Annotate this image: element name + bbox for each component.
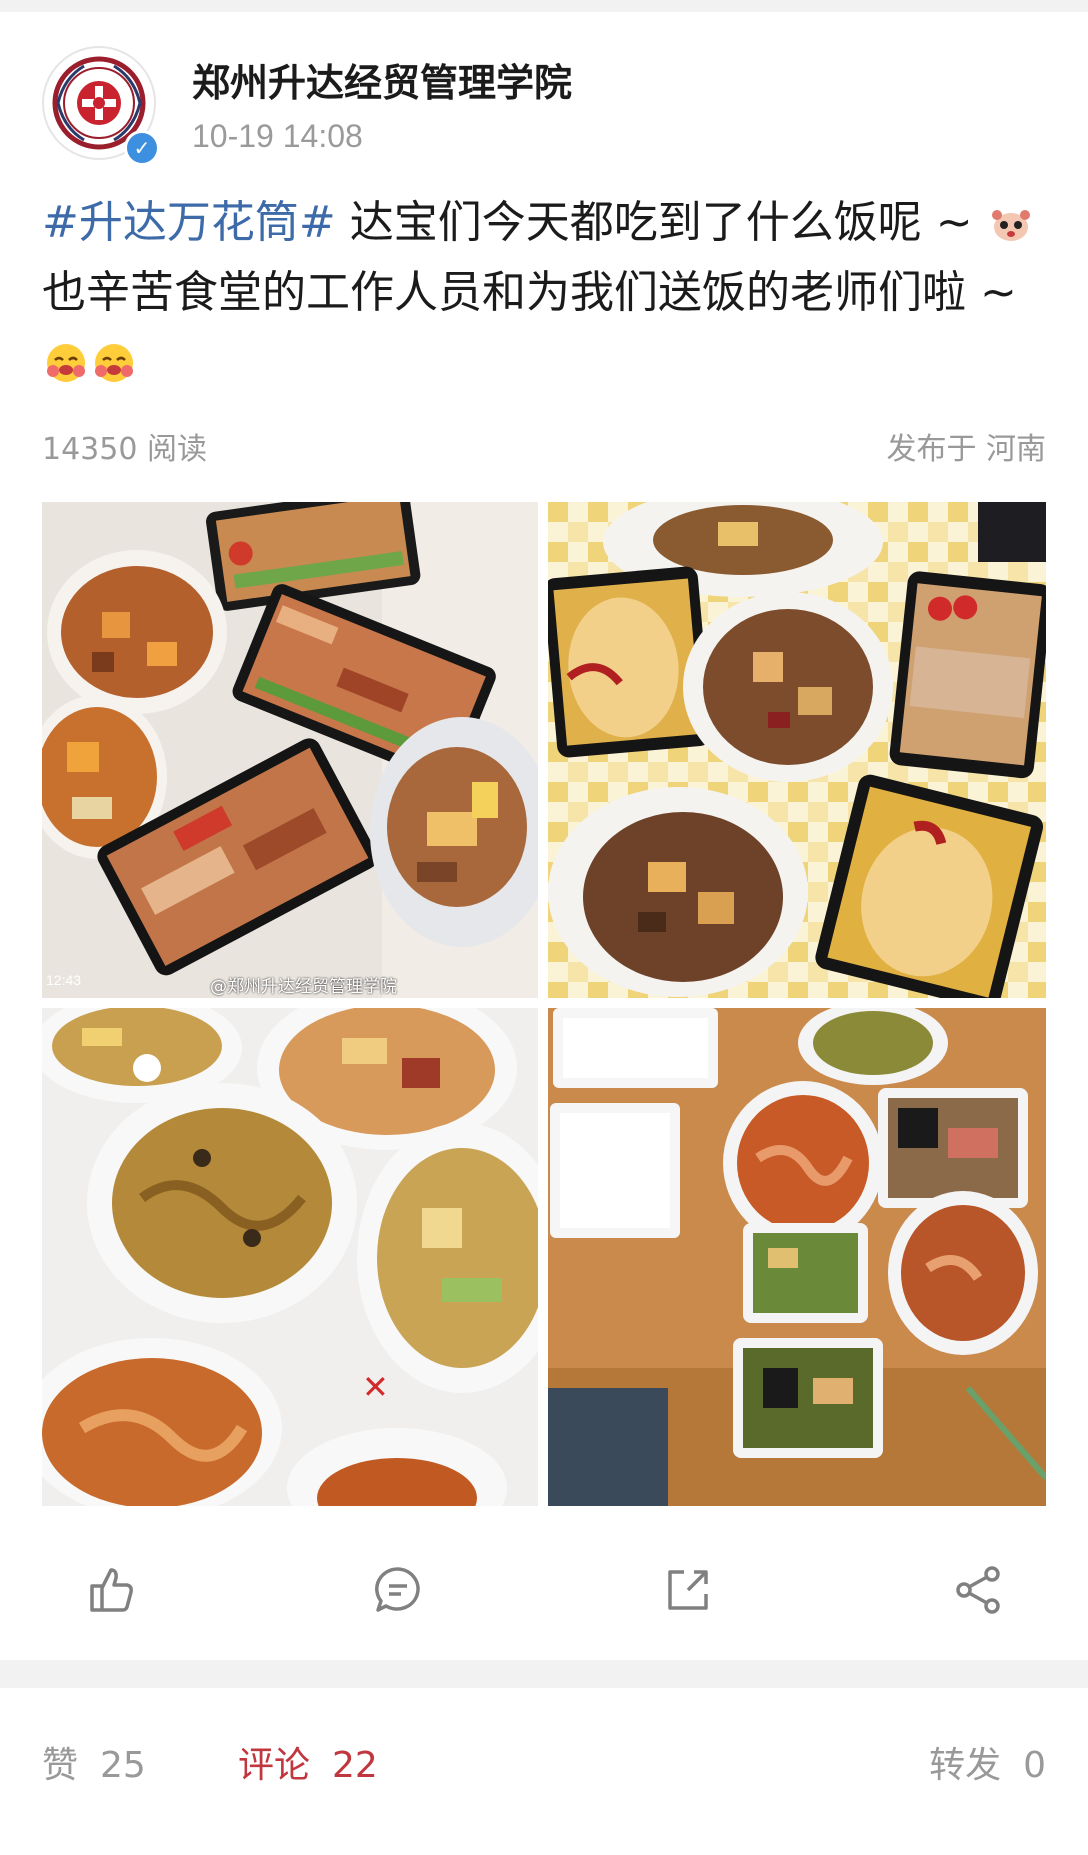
post-photo-1[interactable]: 12:43 @郑州升达经贸管理学院: [42, 502, 538, 998]
tab-comments-count: 22: [332, 1745, 378, 1786]
forward-button[interactable]: [938, 1550, 1018, 1630]
account-name[interactable]: 郑州升达经贸管理学院: [192, 52, 572, 107]
hashtag-link[interactable]: #升达万花筒#: [42, 197, 336, 248]
post-content: #升达万花筒# 达宝们今天都吃到了什么饭呢 ~ 也辛苦食堂的工作人员和为我们送饭…: [42, 188, 1052, 398]
tab-comments-label: 评论: [238, 1745, 311, 1786]
post-photo-2[interactable]: [548, 502, 1046, 998]
tab-reposts-count: 0: [1023, 1745, 1046, 1786]
like-button[interactable]: [70, 1550, 150, 1630]
post-timestamp: 10-19 14:08: [192, 118, 363, 154]
post-action-bar: [0, 1530, 1088, 1640]
verified-badge: ✓: [124, 130, 160, 166]
post-location: 发布于 河南: [886, 432, 1046, 467]
food-photo-image: [548, 1008, 1046, 1506]
svg-text:✕: ✕: [362, 1368, 389, 1406]
tab-likes[interactable]: 赞 25: [42, 1736, 146, 1788]
post-photo-3[interactable]: ✕: [42, 1008, 538, 1506]
read-count: 14350 阅读: [42, 432, 207, 467]
emoji-cute-icon: [991, 210, 1030, 241]
post-photo-4[interactable]: [548, 1008, 1046, 1506]
emoji-hug-icon: [47, 344, 85, 382]
share-icon: [668, 1570, 708, 1610]
avatar[interactable]: ✓: [42, 46, 160, 166]
post-header: ✓ 郑州升达经贸管理学院 10-19 14:08: [42, 46, 1046, 166]
forward-icon: [956, 1566, 1000, 1614]
post-meta: 14350 阅读 发布于 河南: [42, 424, 1046, 468]
post-text-part1: 达宝们今天都吃到了什么饭呢 ~: [335, 197, 987, 248]
tab-reposts[interactable]: 转发 0: [929, 1736, 1046, 1788]
like-icon: [90, 1568, 133, 1612]
check-icon: ✓: [127, 133, 157, 163]
tab-likes-count: 25: [100, 1745, 146, 1786]
photo-watermark: @郑州升达经贸管理学院: [210, 977, 397, 997]
tab-comments[interactable]: 评论 22: [238, 1736, 378, 1788]
comment-icon: [375, 1567, 420, 1612]
post-text-part2: 也辛苦食堂的工作人员和为我们送饭的老师们啦 ~: [42, 267, 1017, 318]
status-bar-strip: [0, 0, 1088, 12]
section-divider: [0, 1660, 1088, 1688]
emoji-hug-icon: [95, 344, 133, 382]
photo-clock-overlay: 12:43: [46, 972, 82, 988]
food-photo-image: [42, 502, 538, 998]
comment-button[interactable]: [358, 1550, 438, 1630]
tab-reposts-label: 转发: [929, 1745, 1002, 1786]
tab-likes-label: 赞: [42, 1745, 79, 1786]
food-photo-image: ✕: [42, 1008, 538, 1506]
share-button[interactable]: [648, 1550, 728, 1630]
food-photo-image: [548, 502, 1046, 998]
interaction-tabs: 赞 25 评论 22 转发 0: [0, 1688, 1088, 1855]
